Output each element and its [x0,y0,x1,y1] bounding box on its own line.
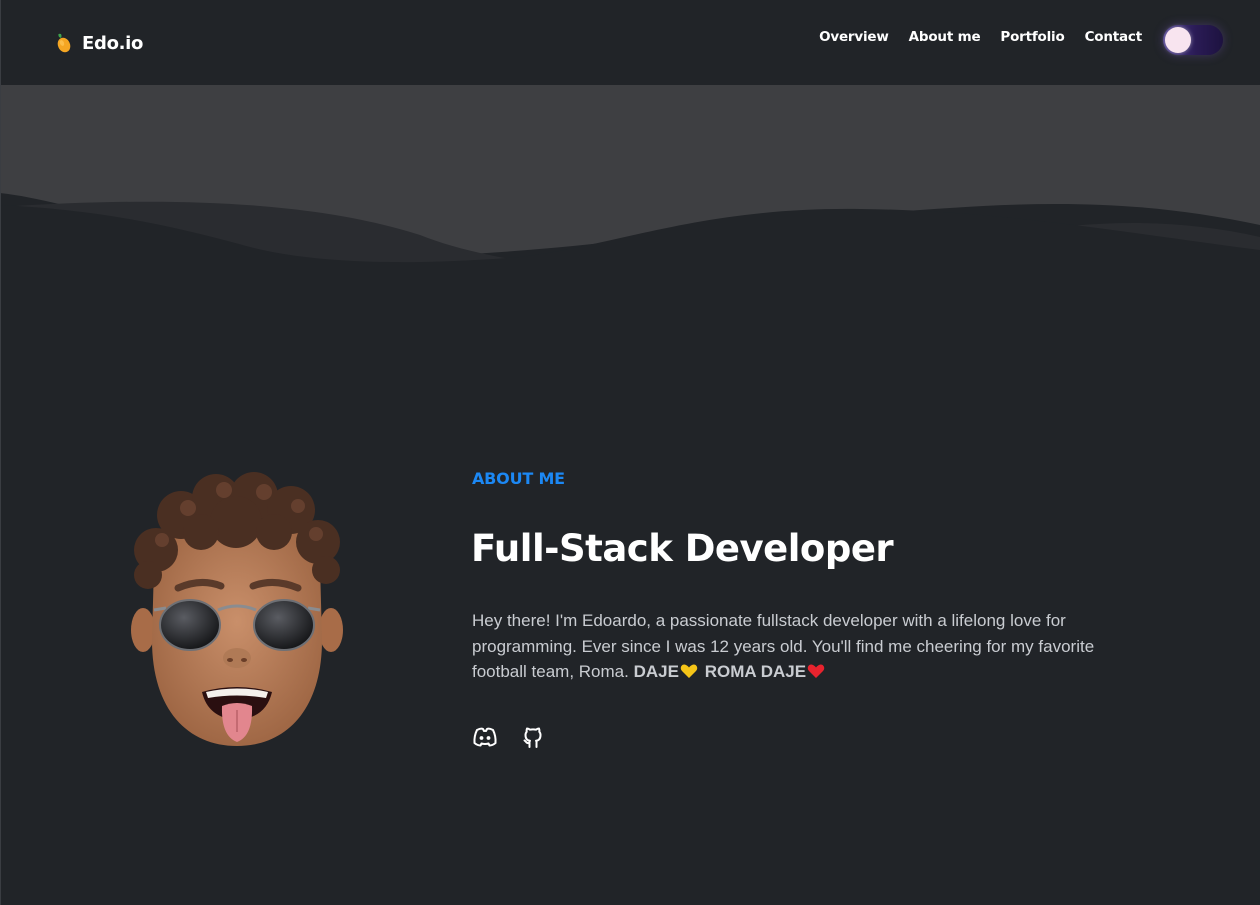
nav-link-about[interactable]: About me [909,29,981,45]
hero-waves [0,85,1260,285]
navbar: Edo.io Overview About me Portfolio Conta… [0,0,1260,85]
bio-paragraph: Hey there! I'm Edoardo, a passionate ful… [472,608,1142,685]
brand-name: Edo.io [82,32,144,54]
memoji-avatar-image [131,472,343,746]
bio-roma-daje: ROMA DAJE [704,662,807,681]
nav-link-contact[interactable]: Contact [1085,29,1143,45]
nav-link-portfolio[interactable]: Portfolio [1000,29,1064,45]
theme-toggle-knob [1165,27,1191,53]
nav-link-overview[interactable]: Overview [819,29,889,45]
mango-icon [57,33,71,53]
theme-toggle[interactable] [1163,25,1223,55]
discord-icon[interactable] [472,725,498,749]
github-icon[interactable] [520,725,546,749]
section-label: ABOUT ME [472,469,565,488]
nav-links: Overview About me Portfolio Contact [819,27,1142,47]
social-links [472,725,546,749]
red-heart-icon [807,664,825,678]
brand[interactable]: Edo.io [54,31,143,55]
left-edge-line [0,85,1,905]
page-title: Full-Stack Developer [471,527,894,570]
bio-daje: DAJE [633,662,679,681]
yellow-heart-icon [680,664,698,678]
